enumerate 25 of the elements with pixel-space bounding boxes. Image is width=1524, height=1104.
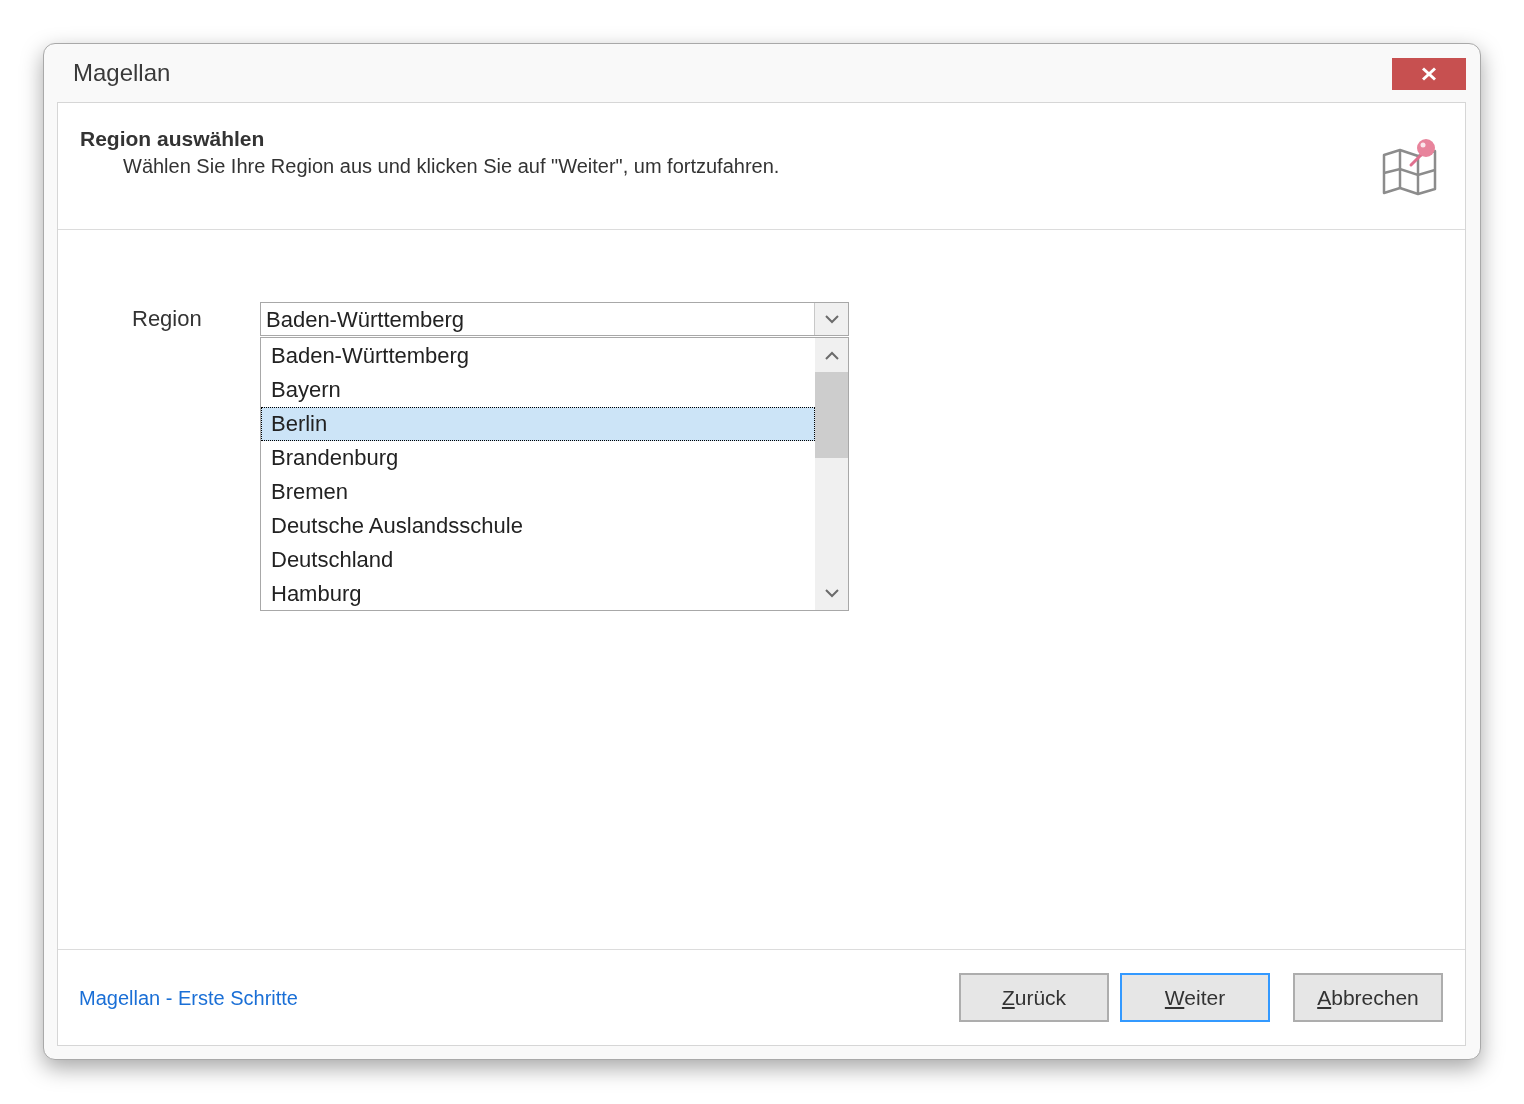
list-option[interactable]: Brandenburg xyxy=(261,441,815,475)
dropdown-button[interactable] xyxy=(814,303,848,335)
chevron-down-icon[interactable] xyxy=(824,588,839,598)
chevron-up-icon[interactable] xyxy=(824,350,839,360)
page-heading: Region auswählen xyxy=(80,127,266,151)
dialog-button[interactable]: Weiter xyxy=(1120,973,1270,1022)
help-link[interactable]: Magellan - Erste Schritte xyxy=(79,985,298,1010)
field-label: Region xyxy=(132,305,203,332)
list-option[interactable]: Bremen xyxy=(261,475,815,509)
list-option[interactable]: Baden-Württemberg xyxy=(261,339,815,373)
close-button[interactable] xyxy=(1392,58,1466,90)
list-option[interactable]: Hamburg xyxy=(261,577,815,611)
map-pin-icon xyxy=(1381,137,1439,197)
scrollbar-thumb[interactable] xyxy=(815,372,848,458)
list-option[interactable]: Bayern xyxy=(261,373,815,407)
region-combo-box[interactable]: Baden-Württemberg xyxy=(260,302,849,336)
list-option[interactable]: Berlin xyxy=(261,407,815,441)
list-option[interactable]: Deutschland xyxy=(261,543,815,577)
close-icon xyxy=(1421,67,1437,81)
window-title: Magellan xyxy=(73,59,171,87)
chevron-down-icon[interactable] xyxy=(824,314,839,324)
dialog-button[interactable]: Zurück xyxy=(959,973,1109,1022)
dialog-button[interactable]: Abbrechen xyxy=(1293,973,1443,1022)
page-instruction: Wählen Sie Ihre Region aus und klicken Sie auf "Weiter", um fortzufahren. xyxy=(122,155,780,178)
list-option[interactable]: Deutsche Auslandsschule xyxy=(261,509,815,543)
